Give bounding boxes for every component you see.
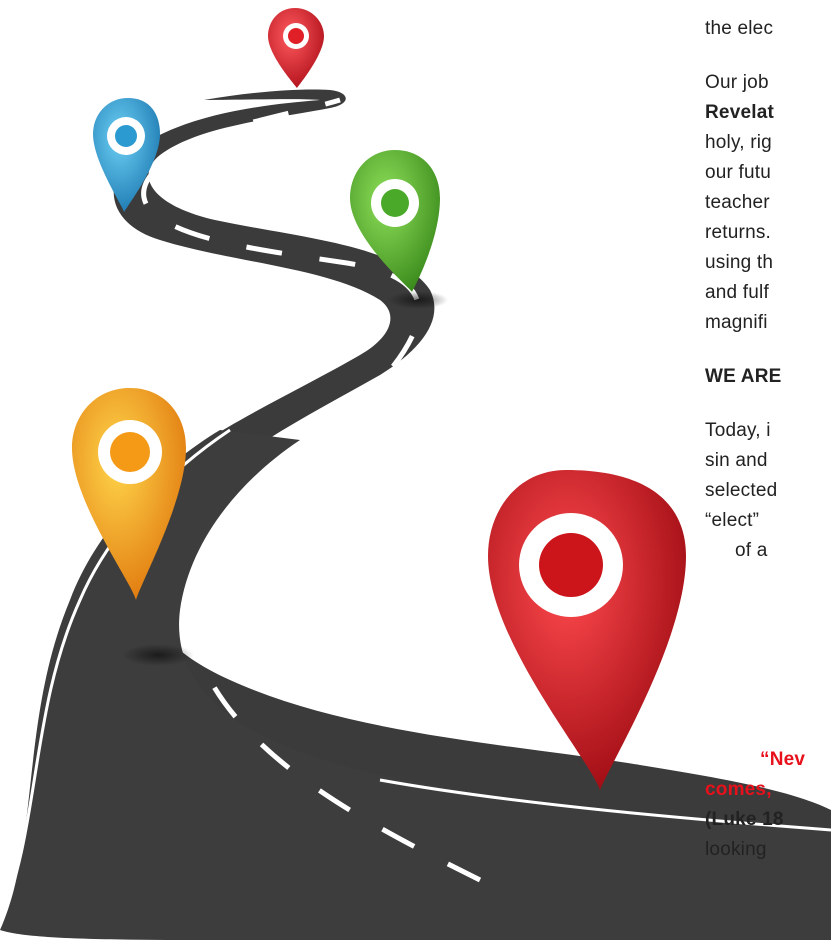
body-text-line: using th	[705, 252, 774, 273]
scripture-reference: (Luke 18	[705, 809, 784, 830]
map-pin-icon-red-large	[488, 470, 686, 790]
body-text-line: returns.	[705, 222, 772, 243]
body-text-line: our futu	[705, 162, 772, 183]
body-text-line: magnifi	[705, 312, 768, 333]
body-text-line: sin and	[705, 450, 768, 471]
body-text-line: teacher	[705, 192, 770, 213]
quote-text-red: comes,	[705, 779, 772, 800]
body-text-line: Today, i	[705, 420, 771, 441]
body-text-line: holy, rig	[705, 132, 772, 153]
body-text-line: selected	[705, 480, 778, 501]
body-text-line: the elec	[705, 18, 774, 39]
body-text-line: and fulf	[705, 282, 769, 303]
map-pin-icon-red	[268, 8, 324, 88]
body-text-line: of a	[735, 540, 768, 561]
body-text-line: “elect”	[705, 510, 760, 531]
body-text-line: looking	[705, 839, 767, 860]
body-text-line: Our job	[705, 72, 769, 93]
quote-text-red: “Nev	[760, 749, 806, 770]
body-text-line-bold: Revelat	[705, 102, 774, 123]
section-heading: WE ARE	[705, 366, 782, 387]
